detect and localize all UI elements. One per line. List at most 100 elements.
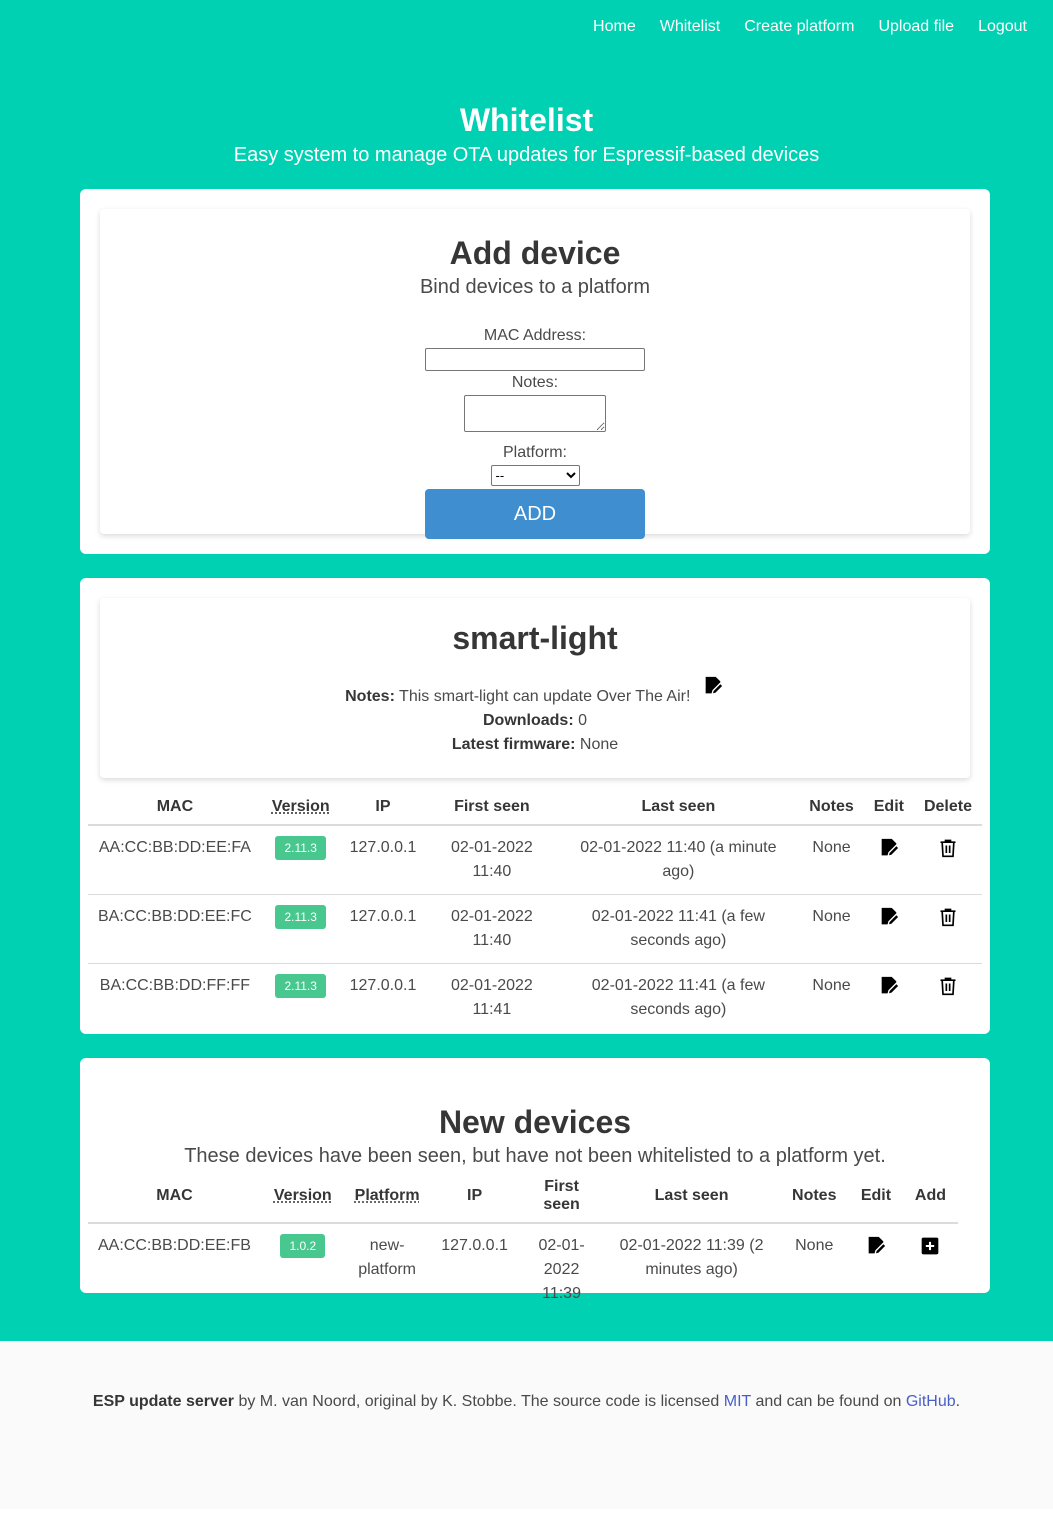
platform-col-ip: IP <box>339 790 427 826</box>
add-device-card: Add device Bind devices to a platform MA… <box>100 209 970 539</box>
mac-cell: BA:CC:BB:DD:FF:FF <box>99 977 251 994</box>
notes-textarea[interactable] <box>464 395 606 432</box>
new_devices-col-platform: Platform <box>344 1170 430 1224</box>
new_devices-col-mac: MAC <box>88 1170 261 1224</box>
platform-box: smart-light Notes: This smart-light can … <box>80 578 990 1034</box>
add-device-box: Add device Bind devices to a platform MA… <box>80 189 990 554</box>
mac-cell: BA:CC:BB:DD:EE:FC <box>88 894 262 964</box>
edit-new-device-icon[interactable] <box>864 1234 888 1258</box>
add-device-title: Add device <box>449 235 621 271</box>
new-devices-subtitle: These devices have been seen, but have n… <box>184 1145 886 1167</box>
version-cell: 2.11.3 <box>261 825 340 895</box>
nav-whitelist[interactable]: Whitelist <box>660 18 720 36</box>
notes-cell: None <box>795 1237 834 1254</box>
delete-device-icon-cell <box>913 894 982 964</box>
platform-select[interactable]: -- <box>490 465 580 486</box>
add-device-icon[interactable] <box>918 1234 942 1258</box>
ip-cell: 127.0.0.1 <box>339 825 427 895</box>
footer-text-1: by M. van Noord, original by K. Stobbe. … <box>234 1393 724 1410</box>
new_devices-col-ip: IP <box>429 1170 520 1224</box>
new-devices-header: New devices These devices have been seen… <box>80 1058 990 1170</box>
version-cell: 2.11.3 <box>262 964 340 1033</box>
notes-cell: None <box>812 977 851 994</box>
first-seen-cell: 02-01-2022 11:40 <box>426 894 558 964</box>
new_devices-col-version: Version <box>260 1170 345 1224</box>
platform-col-mac: MAC <box>88 790 262 826</box>
new-devices-title: New devices <box>438 1104 632 1140</box>
delete-device-icon[interactable] <box>936 974 960 998</box>
edit-device-icon-cell <box>864 964 914 1033</box>
platform-devices-table: MAC Version IP First seen Last seen Notes Edit… <box>88 790 982 1032</box>
platform-col-first-seen: First seen <box>426 790 558 826</box>
last-seen-cell: 02-01-2022 11:41 (a few seconds ago) <box>557 894 800 964</box>
edit-new-device-icon-cell <box>849 1223 903 1316</box>
footer-github-link[interactable]: GitHub <box>906 1393 956 1410</box>
latest-firmware-value: None <box>579 736 619 753</box>
footer-text-2: and can be found on <box>751 1393 906 1410</box>
nav-logout[interactable]: Logout <box>978 18 1027 36</box>
edit-device-icon[interactable] <box>877 905 901 929</box>
notes-label: Notes: <box>511 374 559 391</box>
platform-table-wrap: MAC Version IP First seen Last seen Notes Edit… <box>80 778 990 1032</box>
downloads-line: Downloads: 0 <box>100 709 970 733</box>
nav-upload-file[interactable]: Upload file <box>878 18 954 36</box>
edit-device-icon[interactable] <box>877 836 901 860</box>
mac-label: MAC Address: <box>483 327 587 344</box>
first-seen-cell: 02-01-2022 11:41 <box>450 977 533 1018</box>
delete-device-icon[interactable] <box>936 836 960 860</box>
platform-card: smart-light Notes: This smart-light can … <box>100 598 970 778</box>
version-tag: 1.0.2 <box>280 1234 326 1258</box>
notes-key: Notes: <box>345 688 395 705</box>
platform-col-delete: Delete <box>913 790 982 826</box>
platform-col-edit: Edit <box>863 790 914 826</box>
latest-firmware-key: Latest firmware: <box>451 736 576 753</box>
table-row: BA:CC:BB:DD:FF:FF 2.11.3 127.0.0.1 02-01-20… <box>88 964 982 1033</box>
platform-name: smart-light <box>452 620 618 656</box>
new-devices-table-wrap: MAC Version Platform IP First seen Last seen N… <box>80 1170 990 1316</box>
new_devices-col-last-seen: Last seen <box>603 1170 780 1224</box>
version-cell: 1.0.2 <box>261 1223 345 1316</box>
last-seen-cell: 02-01-2022 11:39 (2 minutes ago) <box>619 1237 764 1278</box>
new_devices-col-notes: Notes <box>779 1170 849 1224</box>
notes-cell: None <box>799 825 864 895</box>
mac-cell: AA:CC:BB:DD:EE:FA <box>88 825 262 895</box>
delete-device-icon-cell <box>913 825 982 895</box>
platform-header-row: MAC Version IP First seen Last seen Notes Edit… <box>88 790 982 826</box>
edit-device-icon[interactable] <box>877 974 901 998</box>
table-row: BA:CC:BB:DD:EE:FC 2.11.3 127.0.0.1 02-01-20… <box>88 894 982 964</box>
platform-label: Platform: <box>502 444 567 461</box>
platform-col-last-seen: Last seen <box>557 790 800 826</box>
footer: ESP update server by M. van Noord, origi… <box>0 1341 1053 1509</box>
platform-col-version: Version <box>261 790 340 826</box>
platform-notes-line: Notes: This smart-light can update Over … <box>100 674 970 709</box>
edit-device-icon-cell <box>863 894 914 964</box>
hero-section: Home Whitelist Create platform Upload fi… <box>0 0 1053 1341</box>
downloads-value: 0 <box>578 712 588 729</box>
last-seen-cell: 02-01-2022 11:41 (a few seconds ago) <box>591 977 765 1018</box>
table-row: AA:CC:BB:DD:EE:FA 2.11.3 127.0.0.1 02-01-20… <box>88 825 982 895</box>
delete-device-icon-cell <box>914 964 982 1033</box>
version-tag: 2.11.3 <box>275 905 326 929</box>
page-title: Whitelist <box>459 102 594 138</box>
footer-text-3: . <box>955 1393 961 1410</box>
footer-mit-link[interactable]: MIT <box>724 1393 751 1410</box>
latest-firmware-line: Latest firmware: None <box>100 733 970 757</box>
ip-cell: 127.0.0.1 <box>441 1237 508 1254</box>
add-button[interactable]: ADD <box>425 489 645 539</box>
delete-device-icon[interactable] <box>936 905 960 929</box>
new-devices-table: MAC Version Platform IP First seen Last seen N… <box>88 1170 958 1316</box>
version-tag: 2.11.3 <box>275 974 326 998</box>
downloads-key: Downloads: <box>482 712 574 729</box>
first-seen-cell: 02-01-2022 11:39 <box>538 1237 585 1302</box>
nav-create-platform[interactable]: Create platform <box>744 18 854 36</box>
edit-device-icon-cell <box>863 825 914 895</box>
add-device-icon-cell <box>903 1223 958 1316</box>
platform-cell: new-platform <box>358 1237 416 1278</box>
mac-cell: AA:CC:BB:DD:EE:FB <box>98 1237 251 1254</box>
new_devices-col-first-seen: First seen <box>519 1170 604 1224</box>
edit-notes-icon[interactable] <box>701 674 725 698</box>
mac-address-input[interactable] <box>425 348 645 371</box>
nav-home[interactable]: Home <box>593 18 636 36</box>
table-row: AA:CC:BB:DD:EE:FB 1.0.2 new-platform 127.0.… <box>88 1223 958 1316</box>
platform-notes: This smart-light can update Over The Air… <box>399 688 691 705</box>
